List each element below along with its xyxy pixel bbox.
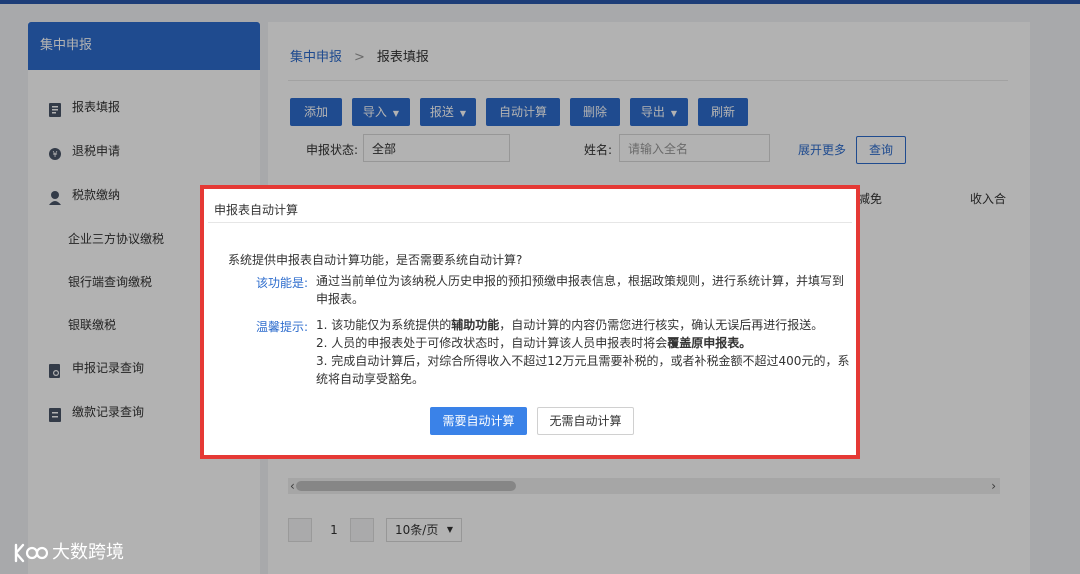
tip-line-1: 1. 该功能仅为系统提供的辅助功能，自动计算的内容仍需您进行核实，确认无误后再进… xyxy=(316,316,823,334)
tip-line-3: 3. 完成自动计算后，对综合所得收入不超过12万元且需要补税的，或者补税金额不超… xyxy=(316,354,850,368)
dialog-divider xyxy=(208,222,852,223)
auto-calc-dialog: 申报表自动计算 系统提供申报表自动计算功能，是否需要系统自动计算? 该功能是: … xyxy=(200,185,860,459)
tip-text: 1. 该功能仅为系统提供的 xyxy=(316,318,452,332)
watermark-text: 大数跨境 xyxy=(52,542,124,563)
function-label: 该功能是: xyxy=(256,276,309,290)
decline-auto-calc-button[interactable]: 无需自动计算 xyxy=(537,407,634,435)
tip-label: 温馨提示: xyxy=(256,320,309,334)
tip-line-2: 2. 人员的申报表处于可修改状态时，自动计算该人员申报表时将会覆盖原申报表。 xyxy=(316,334,751,352)
tip-text: 2. 人员的申报表处于可修改状态时，自动计算该人员申报表时将会 xyxy=(316,336,668,350)
confirm-auto-calc-button[interactable]: 需要自动计算 xyxy=(430,407,527,435)
tip-text: ，自动计算的内容仍需您进行核实，确认无误后再进行报送。 xyxy=(499,318,824,332)
dialog-title: 申报表自动计算 xyxy=(214,203,299,217)
dialog-question: 系统提供申报表自动计算功能，是否需要系统自动计算? xyxy=(228,253,523,267)
logo-icon xyxy=(14,543,48,563)
tip-line-4: 统将自动享受豁免。 xyxy=(316,372,425,386)
tip-emphasis: 辅助功能 xyxy=(451,318,500,332)
function-line-2: 申报表。 xyxy=(316,292,365,306)
function-line-1: 通过当前单位为该纳税人历史申报的预扣预缴申报表信息，根据政策规则，进行系统计算，… xyxy=(316,274,845,288)
tip-emphasis: 覆盖原申报表。 xyxy=(667,336,752,350)
